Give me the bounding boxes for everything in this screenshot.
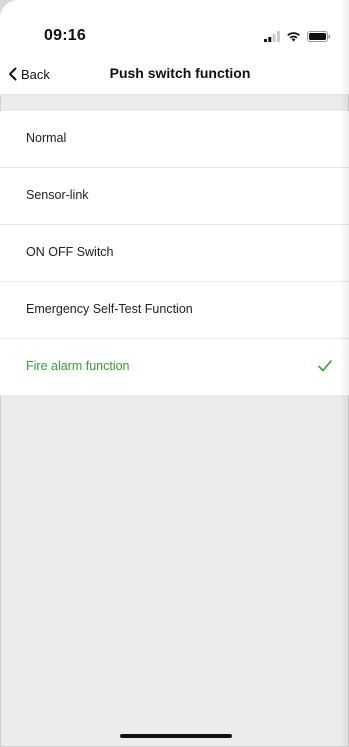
battery-icon xyxy=(307,30,331,42)
option-label: Emergency Self-Test Function xyxy=(26,302,193,316)
back-button[interactable]: Back xyxy=(8,64,50,84)
option-normal[interactable]: Normal xyxy=(0,111,349,168)
function-options-list: Normal Sensor-link ON OFF Switch Emergen… xyxy=(0,111,349,395)
page-title: Push switch function xyxy=(109,65,251,81)
option-label: Fire alarm function xyxy=(26,359,130,373)
back-label: Back xyxy=(21,66,50,82)
status-bar: 09:16 xyxy=(0,0,349,56)
option-sensor-link[interactable]: Sensor-link xyxy=(0,168,349,225)
phone-screen: 09:16 Back Push switch function Normal S… xyxy=(0,0,349,747)
navigation-bar: Back Push switch function xyxy=(0,56,349,95)
wifi-icon xyxy=(287,31,300,41)
checkmark-icon xyxy=(318,360,332,372)
option-on-off-switch[interactable]: ON OFF Switch xyxy=(0,225,349,282)
chevron-left-icon xyxy=(9,67,17,81)
signal-icon xyxy=(264,30,280,42)
option-label: ON OFF Switch xyxy=(26,245,114,259)
option-fire-alarm[interactable]: Fire alarm function xyxy=(0,339,349,395)
option-label: Normal xyxy=(26,131,67,145)
status-time: 09:16 xyxy=(44,27,86,44)
status-icons xyxy=(264,29,331,43)
option-emergency-self-test[interactable]: Emergency Self-Test Function xyxy=(0,282,349,339)
option-label: Sensor-link xyxy=(26,188,89,202)
home-indicator[interactable] xyxy=(120,734,232,738)
